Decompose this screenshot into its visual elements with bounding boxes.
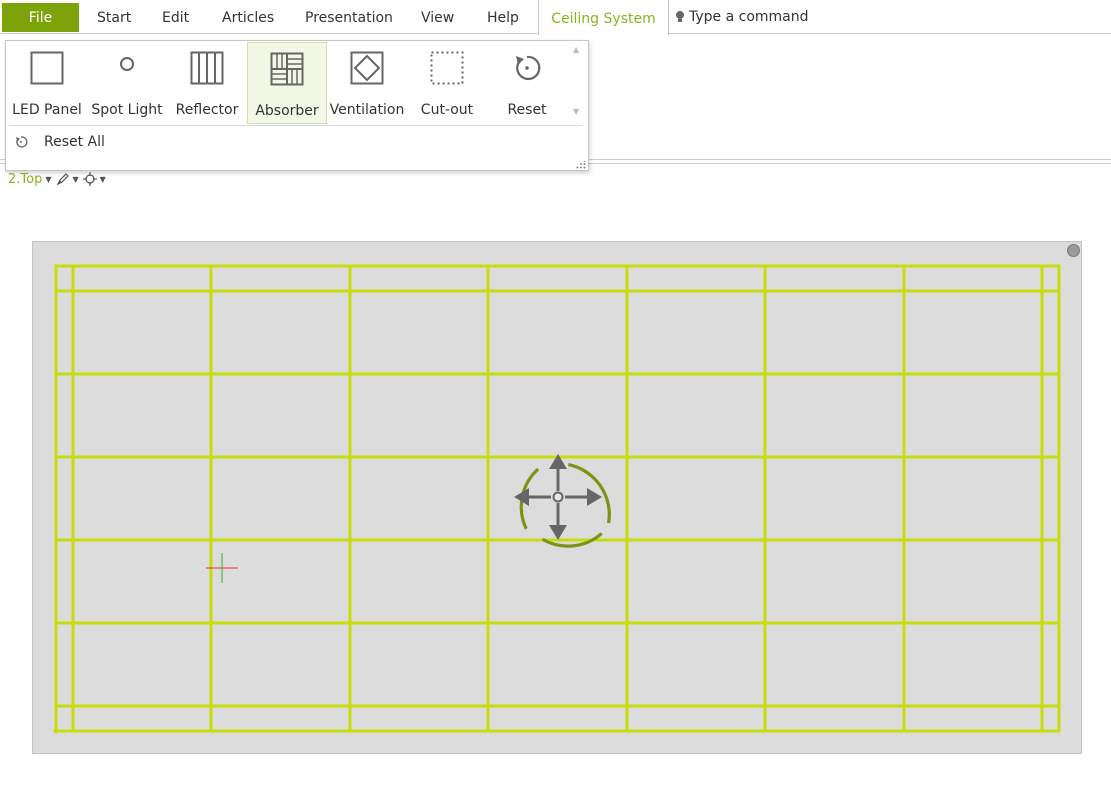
panel-scroll-up-icon[interactable]: ▲ [573,45,579,54]
tool-label: Spot Light [91,102,163,118]
reset-icon [487,48,567,88]
chevron-down-icon[interactable]: ▼ [73,175,79,184]
crosshair-icon[interactable] [82,172,97,186]
view-toolbar: 2.Top ▼ ▼ ▼ [8,170,110,188]
tool-absorber[interactable]: Absorber [247,42,327,124]
tool-reset[interactable]: Reset [487,42,567,124]
ceiling-tools-panel: LED Panel Spot Light Reflector Absorber … [5,40,589,171]
resize-grip-icon[interactable] [576,161,586,169]
tool-cut-out[interactable]: Cut-out [407,42,487,124]
command-input[interactable]: Type a command [669,0,1110,34]
origin-point [53,728,59,734]
menu-bar: File Start Edit Articles Presentation Vi… [0,0,1111,35]
led-panel-icon [7,48,87,88]
tool-label: LED Panel [12,102,82,118]
tab-ceiling-system[interactable]: Ceiling System [538,0,669,35]
viewport-options-button[interactable] [1067,244,1080,257]
view-selector[interactable]: 2.Top [8,172,42,187]
ventilation-icon [327,48,407,88]
reset-all-button[interactable]: Reset All [14,132,105,152]
reset-all-label: Reset All [44,134,105,150]
lightbulb-icon [676,11,684,22]
pen-icon[interactable] [56,172,70,186]
chevron-down-icon[interactable]: ▼ [100,175,106,184]
reflector-icon [167,48,247,88]
menu-edit[interactable]: Edit [162,0,189,34]
cut-out-icon [407,48,487,88]
ceiling-grid [53,264,1061,734]
tool-label: Reflector [175,102,239,118]
reset-all-icon [16,136,28,148]
tool-spot-light[interactable]: Spot Light [87,42,167,124]
absorber-icon [248,49,326,89]
menu-presentation[interactable]: Presentation [305,0,393,34]
menu-view[interactable]: View [421,0,454,34]
command-placeholder: Type a command [689,9,809,25]
tool-led-panel[interactable]: LED Panel [7,42,87,124]
menu-start[interactable]: Start [97,0,131,34]
tool-ventilation[interactable]: Ventilation [327,42,407,124]
chevron-down-icon[interactable]: ▼ [45,175,51,184]
tool-label: Reset [507,102,547,118]
tool-label: Cut-out [420,102,474,118]
panel-separator [9,125,582,126]
panel-scroll-down-icon[interactable]: ▼ [573,107,579,116]
tool-label: Ventilation [329,102,405,118]
menu-help[interactable]: Help [487,0,519,34]
menu-articles[interactable]: Articles [222,0,274,34]
tool-label: Absorber [255,103,319,119]
spot-light-icon [87,48,167,88]
file-menu-button[interactable]: File [2,3,79,32]
drawing-canvas[interactable] [32,241,1082,754]
move-handle-icon[interactable] [514,454,611,548]
tool-reflector[interactable]: Reflector [167,42,247,124]
